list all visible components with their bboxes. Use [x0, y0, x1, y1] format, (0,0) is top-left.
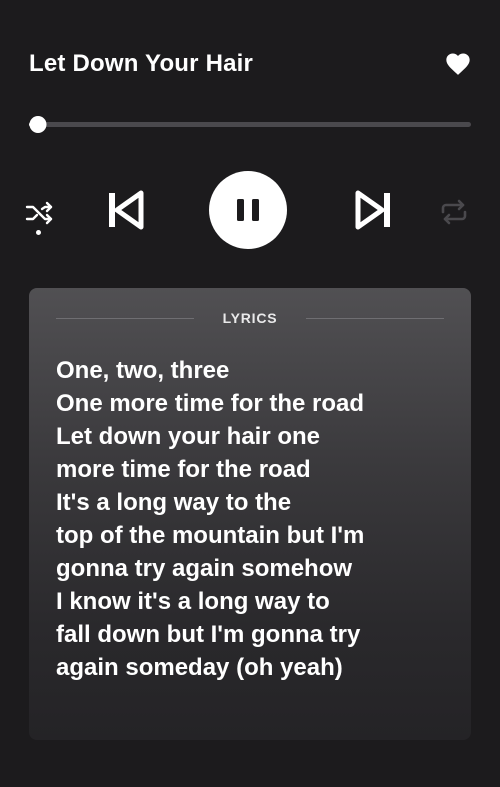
- shuffle-active-dot: [36, 230, 41, 235]
- shuffle-button[interactable]: [25, 198, 55, 238]
- divider: [56, 318, 194, 319]
- shuffle-icon: [25, 201, 53, 225]
- repeat-icon: [441, 199, 467, 225]
- lyric-line: top of the mountain but I'm: [56, 522, 365, 549]
- lyric-line: I know it's a long way to: [56, 588, 330, 615]
- track-title: Let Down Your Hair: [29, 50, 254, 77]
- lyric-line: more time for the road: [56, 456, 311, 483]
- lyric-line: Let down your hair one: [56, 423, 321, 450]
- next-button[interactable]: [354, 190, 392, 230]
- lyrics-panel[interactable]: LYRICS One, two, three One more time for…: [29, 288, 471, 740]
- lyrics-text: One, two, three One more time for the ro…: [56, 354, 446, 684]
- lyric-line: fall down but I'm gonna try: [56, 621, 361, 648]
- repeat-button[interactable]: [438, 198, 470, 226]
- skip-next-icon: [355, 190, 390, 230]
- lyrics-heading: LYRICS: [222, 310, 278, 326]
- lyric-line: again someday (oh yeah): [56, 654, 343, 681]
- heart-icon[interactable]: [444, 50, 472, 78]
- previous-button[interactable]: [107, 190, 145, 230]
- progress-handle[interactable]: [29, 116, 47, 133]
- lyric-line: It's a long way to the: [56, 489, 292, 516]
- pause-icon: [237, 199, 259, 221]
- lyric-line: One more time for the road: [56, 390, 365, 417]
- lyric-line: gonna try again somehow: [56, 555, 353, 582]
- divider: [306, 318, 444, 319]
- progress-bar[interactable]: [29, 116, 471, 133]
- pause-button[interactable]: [209, 171, 287, 249]
- lyrics-header: LYRICS: [29, 310, 471, 326]
- lyric-line: One, two, three: [56, 357, 230, 384]
- skip-previous-icon: [109, 190, 144, 230]
